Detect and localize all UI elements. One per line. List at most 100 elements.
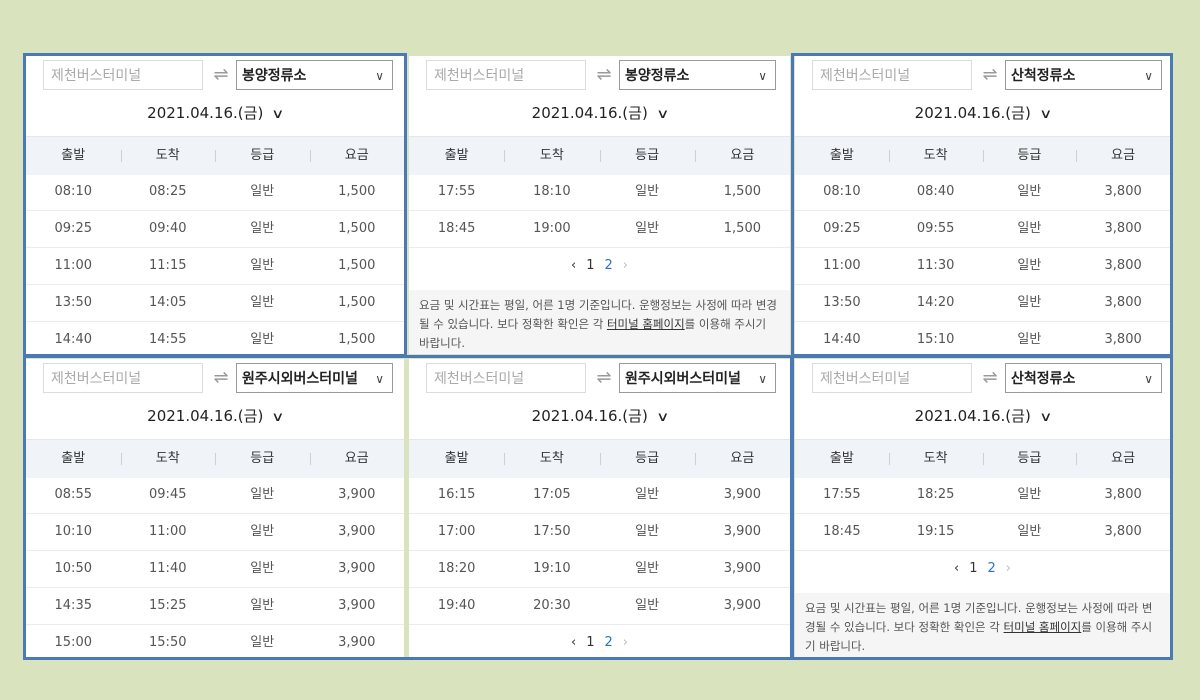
page-1-button[interactable]: 1 — [586, 635, 594, 650]
page-1-button[interactable]: 1 — [969, 561, 977, 576]
date-label: 2021.04.16.(금) — [531, 407, 648, 425]
terminal-homepage-link[interactable]: 터미널 홈페이지 — [607, 317, 685, 331]
prev-page-button[interactable]: ‹ — [954, 561, 959, 576]
header-arrival: 도착 — [888, 440, 983, 478]
departure-time: 18:45 — [437, 221, 476, 236]
fare: 3,800 — [1104, 295, 1142, 310]
fare: 3,900 — [723, 561, 761, 576]
swap-arrows-icon[interactable]: ⇌ — [976, 366, 1004, 390]
table-row: 16:15 17:05 일반 3,900 — [409, 476, 790, 514]
fare: 3,900 — [338, 561, 376, 576]
header-arrival: 도착 — [120, 137, 216, 175]
swap-arrows-icon[interactable]: ⇌ — [207, 63, 235, 87]
date-label: 2021.04.16.(금) — [147, 407, 264, 425]
chevron-down-icon: ∨ — [655, 107, 670, 122]
date-selector[interactable]: 2021.04.16.(금) ∨ — [795, 405, 1170, 426]
header-arrival: 도착 — [504, 440, 599, 478]
date-label: 2021.04.16.(금) — [914, 407, 1031, 425]
next-page-button[interactable]: › — [1006, 561, 1011, 576]
grade: 일반 — [635, 221, 660, 236]
date-selector[interactable]: 2021.04.16.(금) ∨ — [409, 102, 790, 123]
header-fare: 요금 — [694, 440, 790, 478]
header-grade: 등급 — [982, 440, 1077, 478]
departure-time: 14:40 — [823, 332, 861, 347]
route-selector: 제천버스터미널 ⇌ 봉양정류소 ∨ — [426, 60, 776, 92]
arrival-time: 09:40 — [149, 221, 187, 236]
grade: 일반 — [635, 184, 660, 199]
date-label: 2021.04.16.(금) — [531, 104, 648, 122]
origin-input[interactable]: 제천버스터미널 — [43, 60, 203, 90]
date-selector[interactable]: 2021.04.16.(금) ∨ — [795, 102, 1170, 123]
timetable-panel-sancheok-1: 제천버스터미널 ⇌ 산척정류소 ∨ 2021.04.16.(금) ∨ 출발 도착 등… — [795, 56, 1170, 354]
route-selector: 제천버스터미널 ⇌ 원주시외버스터미널 ∨ — [426, 363, 776, 395]
grade: 일반 — [250, 524, 275, 539]
swap-arrows-icon[interactable]: ⇌ — [976, 63, 1004, 87]
chevron-down-icon: ∨ — [758, 69, 767, 83]
grade: 일반 — [1017, 295, 1042, 310]
page-2-button[interactable]: 2 — [605, 258, 613, 273]
chevron-down-icon: ∨ — [271, 107, 285, 122]
date-selector[interactable]: 2021.04.16.(금) ∨ — [26, 102, 404, 123]
fare: 3,900 — [338, 598, 376, 613]
departure-time: 14:40 — [54, 332, 92, 347]
destination-label: 원주시외버스터미널 — [625, 371, 741, 387]
origin-input[interactable]: 제천버스터미널 — [426, 363, 586, 393]
table-row: 10:10 11:00 일반 3,900 — [26, 513, 404, 551]
page-2-button[interactable]: 2 — [605, 635, 613, 650]
arrival-time: 14:20 — [916, 295, 955, 310]
departure-time: 13:50 — [823, 295, 861, 310]
arrival-time: 19:10 — [533, 561, 571, 576]
prev-page-button[interactable]: ‹ — [571, 635, 576, 650]
departure-time: 10:50 — [54, 561, 92, 576]
page-2-button[interactable]: 2 — [988, 561, 996, 576]
grade: 일반 — [1017, 184, 1042, 199]
terminal-homepage-link[interactable]: 터미널 홈페이지 — [1004, 620, 1082, 634]
destination-select[interactable]: 봉양정류소 ∨ — [619, 60, 776, 90]
destination-label: 봉양정류소 — [242, 68, 307, 84]
grade: 일반 — [1017, 221, 1042, 236]
destination-select[interactable]: 산척정류소 ∨ — [1005, 60, 1162, 90]
swap-arrows-icon[interactable]: ⇌ — [207, 366, 235, 390]
table-row: 14:40 14:55 일반 1,500 — [26, 321, 404, 354]
table-row: 14:40 15:10 일반 3,800 — [795, 321, 1170, 354]
destination-select[interactable]: 봉양정류소 ∨ — [236, 60, 393, 90]
page-1-button[interactable]: 1 — [586, 258, 594, 273]
chevron-down-icon: ∨ — [271, 410, 285, 425]
prev-page-button[interactable]: ‹ — [571, 258, 576, 273]
table-row: 19:40 20:30 일반 3,900 — [409, 587, 790, 625]
date-selector[interactable]: 2021.04.16.(금) ∨ — [409, 405, 790, 426]
date-selector[interactable]: 2021.04.16.(금) ∨ — [26, 405, 404, 426]
header-grade: 등급 — [982, 137, 1077, 175]
arrival-time: 11:00 — [149, 524, 187, 539]
chevron-down-icon: ∨ — [1144, 372, 1153, 386]
header-departure: 출발 — [829, 451, 854, 466]
arrival-time: 11:40 — [149, 561, 187, 576]
origin-input[interactable]: 제천버스터미널 — [43, 363, 203, 393]
arrival-time: 17:50 — [533, 524, 571, 539]
date-label: 2021.04.16.(금) — [147, 104, 264, 122]
destination-label: 산척정류소 — [1011, 371, 1076, 387]
header-fare: 요금 — [1076, 440, 1170, 478]
origin-input[interactable]: 제천버스터미널 — [812, 363, 972, 393]
grade: 일반 — [250, 258, 275, 273]
origin-input[interactable]: 제천버스터미널 — [426, 60, 586, 90]
swap-arrows-icon[interactable]: ⇌ — [590, 63, 618, 87]
arrival-time: 09:55 — [916, 221, 955, 236]
destination-select[interactable]: 원주시외버스터미널 ∨ — [236, 363, 393, 393]
fare: 3,900 — [723, 598, 761, 613]
destination-select[interactable]: 산척정류소 ∨ — [1005, 363, 1162, 393]
table-row: 18:20 19:10 일반 3,900 — [409, 550, 790, 588]
arrival-time: 18:25 — [916, 487, 955, 502]
departure-time: 16:15 — [437, 487, 476, 502]
chevron-down-icon: ∨ — [1144, 69, 1153, 83]
swap-arrows-icon[interactable]: ⇌ — [590, 366, 618, 390]
table-row: 17:00 17:50 일반 3,900 — [409, 513, 790, 551]
destination-select[interactable]: 원주시외버스터미널 ∨ — [619, 363, 776, 393]
next-page-button[interactable]: › — [623, 258, 628, 273]
timetable-panel-bongyang-1: 제천버스터미널 ⇌ 봉양정류소 ∨ 2021.04.16.(금) ∨ 출발 도착 등… — [26, 56, 404, 354]
grade: 일반 — [250, 635, 275, 650]
table-row: 11:00 11:30 일반 3,800 — [795, 247, 1170, 285]
grade: 일반 — [635, 561, 660, 576]
origin-input[interactable]: 제천버스터미널 — [812, 60, 972, 90]
next-page-button[interactable]: › — [623, 635, 628, 650]
